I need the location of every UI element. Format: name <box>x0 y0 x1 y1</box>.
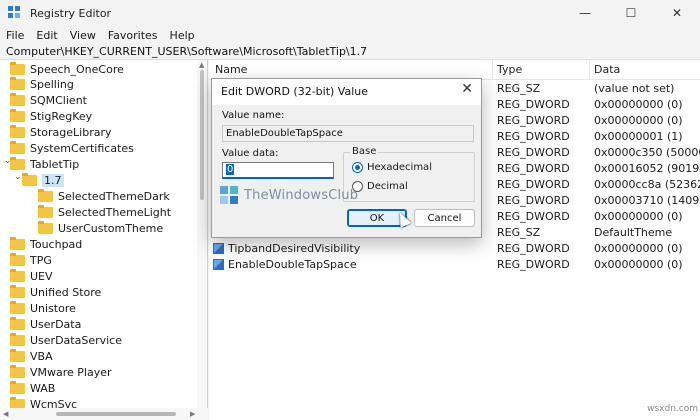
folder-icon <box>10 92 25 106</box>
folder-icon <box>10 268 25 282</box>
folder-icon <box>10 380 25 394</box>
folder-icon <box>38 220 53 234</box>
value-data-label: Value data: <box>222 148 279 159</box>
folder-icon <box>10 300 25 314</box>
value-row[interactable]: TipbandDesiredVisibility REG_DWORD 0x0000… <box>209 242 700 258</box>
folder-icon <box>10 140 25 154</box>
folder-icon <box>10 76 25 90</box>
base-group: Base Hexadecimal Decimal <box>343 146 475 202</box>
folder-icon <box>10 316 25 330</box>
tree-horizontal-scrollbar[interactable]: ◀ ▶ <box>0 408 208 420</box>
folder-icon <box>10 332 25 346</box>
tree-item-uev[interactable]: UEV <box>10 268 53 284</box>
minimize-button[interactable]: — <box>562 0 608 26</box>
windows-logo-icon <box>220 186 238 204</box>
value-name-label: Value name: <box>222 110 285 121</box>
registry-app-icon <box>8 6 22 20</box>
menu-bar: File Edit View Favorites Help <box>0 26 700 44</box>
column-divider[interactable] <box>589 60 590 80</box>
tree-item-spelling[interactable]: Spelling <box>10 76 74 92</box>
hexadecimal-radio[interactable]: Hexadecimal <box>352 162 432 173</box>
dialog-title: Edit DWORD (32-bit) Value <box>221 85 369 98</box>
menu-file[interactable]: File <box>0 29 30 42</box>
decimal-radio[interactable]: Decimal <box>352 181 408 192</box>
tree-horizontal-scroll-thumb[interactable] <box>56 412 176 416</box>
tree-item-unified-store[interactable]: Unified Store <box>10 284 101 300</box>
tree-item-storagelibrary[interactable]: StorageLibrary <box>10 124 112 140</box>
menu-favorites[interactable]: Favorites <box>102 29 164 42</box>
tree-item-userdataservice[interactable]: UserDataService <box>10 332 122 348</box>
tree-item-usercustomtheme[interactable]: UserCustomTheme <box>38 220 163 236</box>
address-bar[interactable]: Computer\HKEY_CURRENT_USER\Software\Micr… <box>0 44 700 60</box>
folder-icon <box>38 204 53 218</box>
binary-value-icon <box>213 259 224 270</box>
folder-icon <box>10 284 25 298</box>
dialog-body: Value name: EnableDoubleTapSpace Value d… <box>212 105 481 237</box>
tree-item-selectedthemedark[interactable]: SelectedThemeDark <box>38 188 170 204</box>
tree-item-systemcertificates[interactable]: SystemCertificates <box>10 140 134 156</box>
column-type-header[interactable]: Type <box>497 63 522 76</box>
window-title: Registry Editor <box>30 6 112 20</box>
tree-item-sqmclient[interactable]: SQMClient <box>10 92 87 108</box>
column-name-header[interactable]: Name <box>215 63 247 76</box>
base-label: Base <box>350 146 379 157</box>
cancel-button[interactable]: Cancel <box>414 209 475 227</box>
column-divider[interactable] <box>492 60 493 80</box>
tree-vertical-scroll-thumb[interactable] <box>200 70 204 200</box>
scroll-right-icon[interactable]: ▶ <box>190 410 195 418</box>
folder-icon <box>10 364 25 378</box>
tree-item-tpg[interactable]: TPG <box>10 252 52 268</box>
dialog-close-button[interactable]: ✕ <box>461 81 473 97</box>
tree-item-touchpad[interactable]: Touchpad <box>10 236 82 252</box>
folder-icon <box>38 188 53 202</box>
tree-item-unistore[interactable]: Unistore <box>10 300 76 316</box>
menu-help[interactable]: Help <box>164 29 201 42</box>
folder-icon <box>10 61 25 75</box>
folder-icon <box>22 172 37 186</box>
folder-icon <box>10 348 25 362</box>
tree-item-vmware-player[interactable]: VMware Player <box>10 364 112 380</box>
binary-value-icon <box>213 243 224 254</box>
chevron-down-icon[interactable]: ⌄ <box>14 172 22 182</box>
value-data-input[interactable]: 0 <box>222 162 334 179</box>
site-credit: wsxdn.com <box>647 404 698 414</box>
tree-item-wab[interactable]: WAB <box>10 380 55 396</box>
title-bar: Registry Editor — ☐ ✕ <box>0 0 700 26</box>
scroll-left-icon[interactable]: ◀ <box>3 410 8 418</box>
watermark-text: TheWindowsClub <box>244 187 359 203</box>
maximize-button[interactable]: ☐ <box>608 0 654 26</box>
watermark: TheWindowsClub <box>220 186 358 204</box>
scroll-up-icon[interactable]: ▲ <box>199 61 204 69</box>
tree-item-selectedthemelight[interactable]: SelectedThemeLight <box>38 204 171 220</box>
folder-icon <box>10 252 25 266</box>
folder-icon <box>10 124 25 138</box>
folder-icon <box>10 236 25 250</box>
value-row[interactable]: EnableDoubleTapSpace REG_DWORD 0x00000000… <box>209 258 700 274</box>
tree-item-userdata[interactable]: UserData <box>10 316 81 332</box>
tree-item-speech-onecore[interactable]: Speech_OneCore <box>10 61 124 77</box>
column-data-header[interactable]: Data <box>594 63 620 76</box>
close-window-button[interactable]: ✕ <box>654 0 700 26</box>
menu-view[interactable]: View <box>64 29 102 42</box>
folder-icon <box>10 156 25 170</box>
folder-icon <box>10 108 25 122</box>
value-name-field: EnableDoubleTapSpace <box>222 125 474 142</box>
tree-item-vba[interactable]: VBA <box>10 348 53 364</box>
tree-item-tablettip[interactable]: TabletTip <box>10 156 79 172</box>
radio-selected-icon <box>352 162 363 173</box>
menu-edit[interactable]: Edit <box>30 29 63 42</box>
tree-item-1-7[interactable]: 1.7 <box>22 172 64 188</box>
tree-vertical-scrollbar[interactable]: ▲ <box>197 60 207 408</box>
values-header: Name Type Data <box>209 60 700 80</box>
key-tree: Speech_OneCore Spelling SQMClient StigRe… <box>0 60 208 420</box>
tree-item-stigregkey[interactable]: StigRegKey <box>10 108 92 124</box>
edit-dword-dialog: Edit DWORD (32-bit) Value ✕ Value name: … <box>211 78 482 238</box>
